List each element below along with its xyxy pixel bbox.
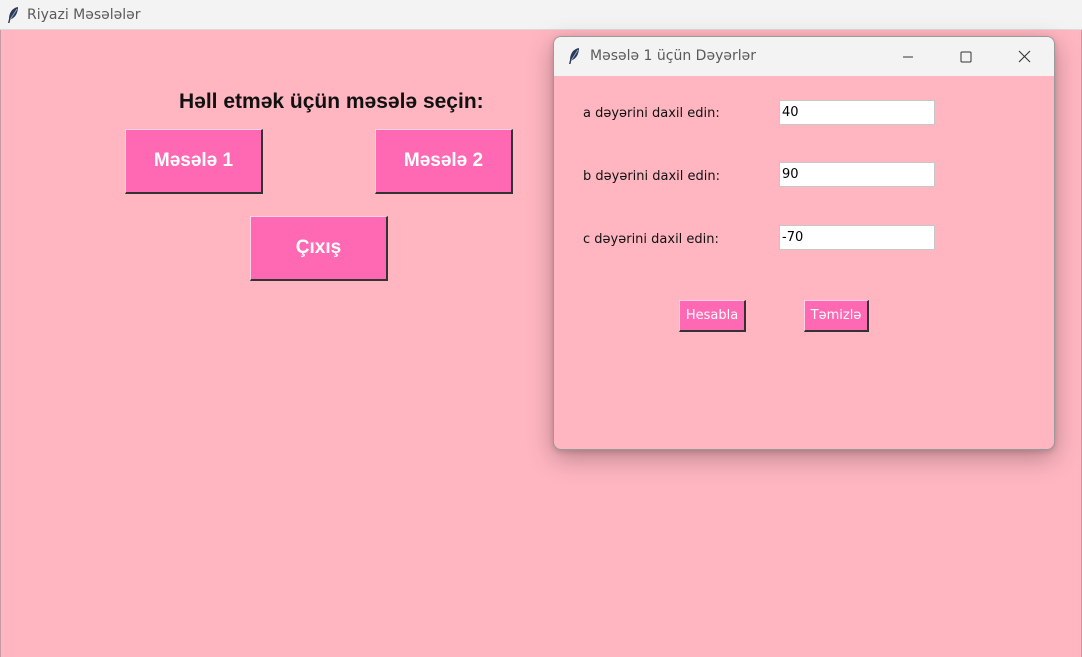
problem-1-button[interactable]: Məsələ 1	[125, 129, 263, 194]
feather-icon	[6, 6, 20, 28]
values-dialog: Məsələ 1 üçün Dəyərlər a dəyərini daxil …	[553, 36, 1055, 450]
minimize-button[interactable]	[879, 37, 937, 76]
problem-2-button[interactable]: Məsələ 2	[375, 129, 513, 194]
close-button[interactable]	[995, 37, 1053, 76]
field-a-input[interactable]	[779, 100, 935, 125]
clear-button[interactable]: Təmizlə	[804, 300, 869, 332]
page-heading: Həll etmək üçün məsələ seçin:	[179, 90, 484, 113]
close-icon	[1018, 50, 1030, 63]
maximize-button[interactable]	[937, 37, 995, 76]
minimize-icon	[903, 56, 913, 57]
field-c-label: c dəyərini daxil edin:	[583, 232, 719, 247]
calculate-button[interactable]: Hesabla	[679, 300, 746, 332]
maximize-icon	[960, 51, 972, 62]
field-b-input[interactable]	[779, 162, 935, 187]
field-a-label: a dəyərini daxil edin:	[583, 106, 720, 121]
feather-icon	[567, 47, 581, 69]
exit-button[interactable]: Çıxış	[250, 216, 388, 281]
field-b-label: b dəyərini daxil edin:	[583, 169, 721, 184]
field-c-input[interactable]	[779, 225, 935, 250]
dialog-title: Məsələ 1 üçün Dəyərlər	[590, 48, 756, 64]
dialog-title-bar[interactable]: Məsələ 1 üçün Dəyərlər	[554, 37, 1054, 76]
main-window-title: Riyazi Məsələlər	[27, 7, 141, 23]
main-title-bar[interactable]: Riyazi Məsələlər	[0, 0, 1082, 30]
